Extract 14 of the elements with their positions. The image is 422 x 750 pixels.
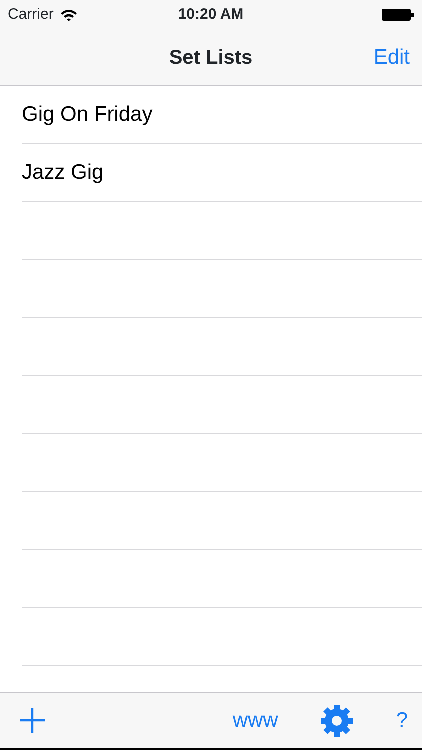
clock-text: 10:20 AM (178, 6, 244, 23)
website-button[interactable]: www (232, 704, 278, 736)
help-button[interactable]: ? (396, 704, 408, 736)
battery-icon (382, 9, 414, 21)
set-list-item[interactable]: Jazz Gig (22, 157, 104, 189)
add-icon (20, 708, 45, 733)
add-button[interactable] (20, 708, 45, 733)
set-list-item[interactable]: Gig On Friday (22, 99, 153, 131)
settings-button[interactable] (320, 704, 354, 738)
settings-icon (320, 704, 354, 738)
nav-title: Set Lists (169, 46, 253, 70)
carrier-text: Carrier (8, 4, 54, 25)
wifi-icon (60, 8, 78, 22)
edit-button[interactable]: Edit (372, 42, 412, 74)
